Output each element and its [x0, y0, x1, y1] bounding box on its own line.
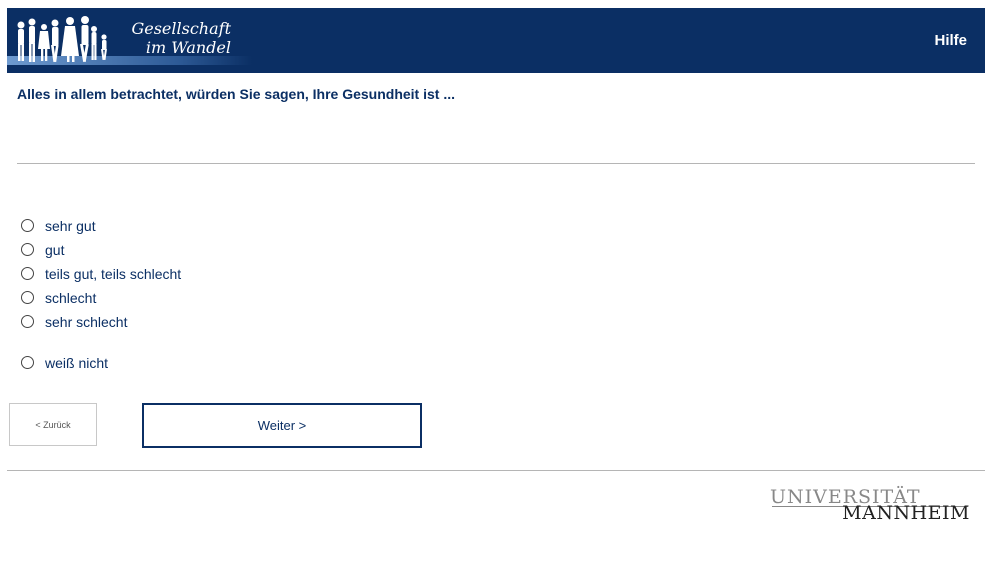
radio-button[interactable] [21, 242, 34, 256]
option-weiss-nicht[interactable]: weiß nicht [21, 352, 108, 374]
option-label: sehr schlecht [45, 314, 128, 330]
radio-button[interactable] [21, 290, 34, 304]
option-label: gut [45, 242, 65, 258]
radio-button[interactable] [21, 218, 34, 232]
gesellschaft-im-wandel-logo[interactable]: Gesellschaft im Wandel [7, 8, 252, 73]
option-schlecht[interactable]: schlecht [21, 287, 96, 309]
back-button[interactable]: < Zurück [9, 403, 97, 446]
logo-line-2: im Wandel [145, 38, 231, 57]
option-label: sehr gut [45, 218, 96, 234]
option-sehr-gut[interactable]: sehr gut [21, 215, 96, 237]
logo-line-1: Gesellschaft [131, 19, 231, 38]
header-bar: Gesellschaft im Wandel Hilfe [7, 8, 985, 73]
option-gut[interactable]: gut [21, 239, 64, 261]
logo-wordmark: Gesellschaft im Wandel [115, 19, 231, 57]
option-label: teils gut, teils schlecht [45, 266, 182, 282]
footer-divider [7, 470, 985, 471]
university-logo-bottom: MANNHEIM [842, 502, 970, 524]
university-mannheim-logo: UNIVERSITÄT MANNHEIM [770, 486, 970, 524]
option-teils-gut-teils-schlecht[interactable]: teils gut, teils schlecht [21, 263, 181, 285]
option-label: weiß nicht [45, 355, 109, 371]
option-sehr-schlecht[interactable]: sehr schlecht [21, 311, 127, 333]
question-divider [17, 163, 975, 164]
radio-button[interactable] [21, 266, 34, 280]
radio-button[interactable] [21, 355, 34, 369]
question-text: Alles in allem betrachtet, würden Sie sa… [17, 86, 456, 102]
next-button[interactable]: Weiter > [142, 403, 422, 448]
radio-button[interactable] [21, 314, 34, 328]
help-link[interactable]: Hilfe [934, 32, 967, 49]
option-label: schlecht [45, 290, 97, 306]
